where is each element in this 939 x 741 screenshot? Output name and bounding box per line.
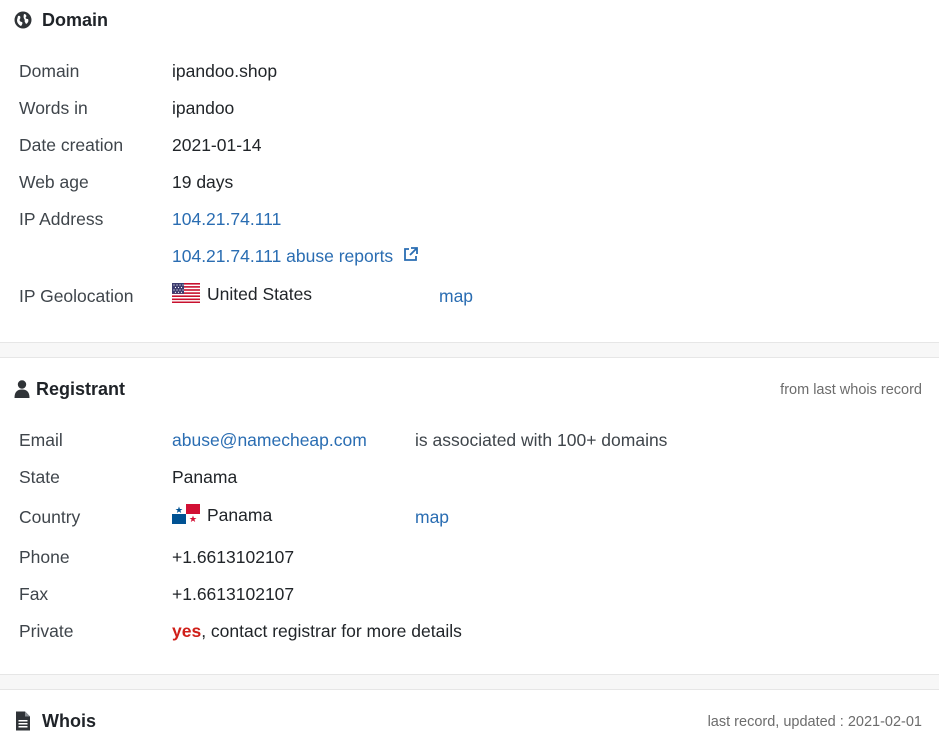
- section-divider: [0, 342, 939, 358]
- section-divider: [0, 674, 939, 690]
- date-creation-value: 2021-01-14: [172, 135, 262, 155]
- web-age-label: Web age: [19, 172, 89, 192]
- ip-address-link[interactable]: 104.21.74.111: [172, 207, 281, 231]
- ip-country-name: United States: [207, 284, 313, 304]
- date-creation-label: Date creation: [19, 135, 124, 155]
- state-label: State: [19, 467, 60, 487]
- ip-address-label: IP Address: [19, 209, 104, 229]
- registrant-section-title: Registrant: [36, 379, 126, 399]
- private-value: yes, contact registrar for more details: [172, 619, 462, 643]
- fax-label: Fax: [19, 584, 49, 604]
- phone-label: Phone: [19, 547, 70, 567]
- country-value: Panama: [172, 503, 272, 527]
- fax-value: +1.6613102107: [172, 584, 295, 604]
- ip-geolocation-label: IP Geolocation: [19, 286, 134, 306]
- abuse-reports-label: 104.21.74.111 abuse reports: [172, 246, 394, 266]
- us-flag-icon: [172, 283, 200, 303]
- domain-label: Domain: [19, 61, 80, 81]
- words-in-value: ipandoo: [172, 98, 235, 118]
- domain-section-title: Domain: [42, 10, 109, 30]
- external-link-icon: [404, 247, 418, 261]
- web-age-value: 19 days: [172, 172, 234, 192]
- registrant-section-note: from last whois record: [780, 382, 922, 398]
- whois-section-title: Whois: [42, 711, 96, 731]
- private-label: Private: [19, 621, 74, 641]
- state-value: Panama: [172, 467, 238, 487]
- email-association-note: is associated with 100+ domains: [415, 430, 668, 450]
- private-details-text: , contact registrar for more details: [201, 621, 462, 641]
- domain-value: ipandoo.shop: [172, 61, 278, 81]
- country-label: Country: [19, 507, 81, 527]
- phone-value: +1.6613102107: [172, 547, 295, 567]
- whois-section-header: Whois last record, updated : 2021-02-01: [0, 709, 939, 733]
- document-icon: [16, 711, 30, 731]
- ip-geolocation-value: United States: [172, 282, 312, 306]
- country-map-link[interactable]: map: [415, 505, 449, 529]
- globe-icon: [14, 11, 32, 29]
- registrant-section-header: Registrant from last whois record: [0, 377, 939, 401]
- email-label: Email: [19, 430, 63, 450]
- user-icon: [14, 380, 30, 398]
- whois-section-note: last record, updated : 2021-02-01: [707, 714, 922, 730]
- words-in-label: Words in: [19, 98, 88, 118]
- panama-flag-icon: [172, 504, 200, 524]
- ip-geolocation-map-link[interactable]: map: [439, 284, 473, 308]
- abuse-reports-link[interactable]: 104.21.74.111 abuse reports: [172, 244, 419, 268]
- country-name: Panama: [207, 505, 273, 525]
- domain-section-header: Domain: [0, 8, 939, 32]
- private-yes-highlight: yes: [172, 621, 202, 641]
- email-link[interactable]: abuse@namecheap.com: [172, 428, 367, 452]
